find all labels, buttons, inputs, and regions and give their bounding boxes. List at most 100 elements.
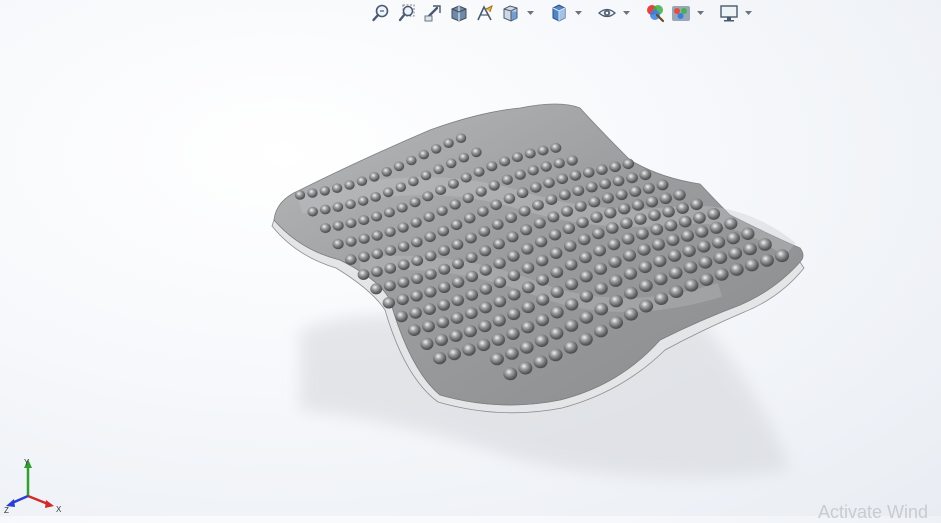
- surface-bump: [601, 192, 614, 204]
- surface-bump: [550, 306, 564, 319]
- surface-bump: [653, 272, 668, 286]
- surface-bump: [371, 266, 383, 277]
- surface-bump: [462, 343, 476, 356]
- surface-bump: [492, 314, 506, 327]
- surface-bump: [667, 249, 682, 262]
- surface-bump: [590, 211, 603, 223]
- surface-bump: [536, 293, 550, 306]
- surface-bump: [431, 144, 442, 154]
- surface-bump: [659, 192, 672, 204]
- surface-bump: [397, 241, 410, 252]
- surface-bump: [443, 138, 454, 148]
- surface-bump: [741, 227, 755, 240]
- surface-bump: [682, 244, 696, 257]
- surface-bump: [623, 267, 638, 280]
- surface-bump: [574, 200, 587, 212]
- surface-bump: [607, 238, 621, 251]
- surface-bump: [664, 219, 678, 232]
- surface-bump: [445, 158, 457, 169]
- surface-bump: [593, 244, 606, 257]
- surface-bump: [437, 225, 450, 237]
- surface-bump: [593, 262, 608, 275]
- surface-bump: [535, 254, 549, 267]
- surface-bump: [411, 273, 424, 284]
- surface-bump: [503, 193, 516, 204]
- surface-bump: [662, 205, 675, 218]
- surface-bump: [307, 188, 318, 198]
- surface-bump: [577, 233, 591, 246]
- surface-bump: [476, 338, 491, 352]
- surface-bump: [521, 301, 535, 314]
- surface-bump: [521, 262, 535, 274]
- surface-bump: [624, 286, 638, 300]
- surface-bump: [488, 180, 500, 191]
- surface-bump: [358, 233, 370, 244]
- reference-triad: Y X Z: [4, 458, 62, 514]
- surface-bump: [332, 202, 344, 212]
- surface-bump: [423, 303, 436, 315]
- surface-bump: [319, 223, 331, 234]
- surface-bump: [358, 215, 370, 226]
- surface-bump: [631, 199, 645, 211]
- surface-bump: [511, 152, 523, 163]
- surface-bump: [527, 165, 539, 176]
- surface-bump: [638, 260, 652, 274]
- surface-bump: [455, 133, 467, 143]
- surface-bump: [397, 259, 410, 271]
- x-axis-label: X: [56, 505, 62, 514]
- surface-bump: [382, 187, 394, 198]
- surface-bump: [697, 240, 711, 253]
- surface-bump: [357, 196, 369, 206]
- surface-bump: [666, 233, 680, 246]
- surface-bump: [524, 148, 536, 159]
- surface-bump: [606, 222, 619, 234]
- surface-bump: [572, 185, 585, 197]
- surface-bump: [594, 302, 609, 316]
- surface-bump: [370, 192, 381, 202]
- surface-bump: [465, 289, 479, 301]
- surface-bump: [726, 231, 740, 245]
- surface-bump: [371, 248, 384, 260]
- surface-bump: [409, 307, 422, 319]
- surface-bump: [449, 329, 463, 342]
- surface-bump: [506, 327, 520, 340]
- surface-bump: [669, 285, 684, 298]
- surface-bump: [384, 226, 396, 237]
- surface-bump: [550, 266, 564, 279]
- surface-bump: [411, 236, 423, 248]
- surface-bump: [547, 211, 560, 223]
- surface-bump: [407, 324, 421, 336]
- surface-bump: [514, 169, 526, 180]
- surface-bump: [411, 255, 424, 266]
- surface-bump: [424, 286, 437, 298]
- surface-bump: [451, 276, 465, 288]
- surface-bump: [345, 236, 357, 247]
- surface-bump: [433, 164, 444, 175]
- surface-bump: [465, 270, 479, 283]
- surface-bump: [550, 285, 564, 298]
- surface-bump: [533, 355, 548, 369]
- surface-bump: [549, 327, 564, 340]
- textured-surface-model[interactable]: [0, 0, 941, 516]
- surface-bump: [668, 266, 683, 280]
- surface-bump: [556, 173, 568, 185]
- surface-bump: [563, 240, 577, 252]
- surface-bump: [418, 149, 429, 160]
- surface-bump: [435, 185, 447, 196]
- surface-bump: [434, 333, 448, 346]
- surface-bump: [358, 251, 370, 263]
- surface-bump: [458, 152, 470, 163]
- surface-bump: [656, 179, 669, 191]
- surface-bump: [438, 245, 450, 256]
- surface-bump: [545, 194, 558, 206]
- surface-bump: [695, 225, 709, 238]
- surface-bump: [506, 231, 519, 243]
- graphics-area[interactable]: Y X Z Activate Wind: [0, 0, 941, 522]
- surface-bump: [357, 269, 370, 280]
- surface-bump: [642, 182, 655, 194]
- surface-bump: [622, 158, 635, 170]
- surface-bump: [505, 347, 519, 360]
- surface-bump: [543, 177, 555, 189]
- surface-bump: [612, 175, 625, 187]
- surface-bump: [409, 197, 421, 208]
